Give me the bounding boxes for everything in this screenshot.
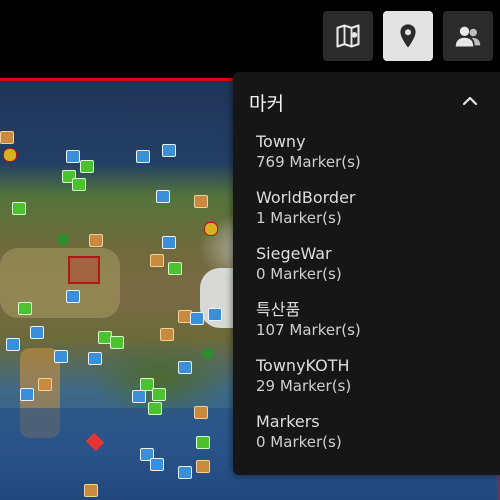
marker-layer-count: 107 Marker(s) [256,321,361,339]
marker-layer-name: 특산품 [256,300,301,319]
marker-layer-name: SiegeWar [256,244,332,263]
chest-marker-icon[interactable] [194,195,208,208]
flag-marker-icon[interactable] [66,290,80,303]
marker-layer-count: 769 Marker(s) [256,153,361,171]
town-marker-icon[interactable] [3,148,17,162]
flag-marker-icon[interactable] [178,361,192,374]
marker-layer-item[interactable]: SiegeWar 0 Marker(s) [256,244,476,284]
town-marker-icon[interactable] [204,222,218,236]
marker-layer-name: TownyKOTH [256,356,350,375]
chest-marker-icon[interactable] [160,328,174,341]
flag-marker-icon[interactable] [196,436,210,449]
marker-layer-item[interactable]: Towny 769 Marker(s) [256,132,476,172]
flag-marker-icon[interactable] [80,160,94,173]
marker-layer-name: Towny [256,132,306,151]
players-icon [455,26,481,47]
flag-marker-icon[interactable] [54,350,68,363]
markers-button[interactable] [383,11,433,61]
marker-layer-count: 0 Marker(s) [256,265,342,283]
flag-marker-icon[interactable] [136,150,150,163]
map-layers-button[interactable] [323,11,373,61]
chest-marker-icon[interactable] [194,406,208,419]
flag-marker-icon[interactable] [156,190,170,203]
marker-layer-item[interactable]: 특산품 107 Marker(s) [256,300,476,340]
flag-marker-icon[interactable] [190,312,204,325]
flag-marker-icon[interactable] [18,302,32,315]
marker-layer-name: Markers [256,412,320,431]
flag-marker-icon[interactable] [66,150,80,163]
marker-layer-item[interactable]: TownyKOTH 29 Marker(s) [256,356,476,396]
flag-marker-icon[interactable] [132,390,146,403]
chest-marker-icon[interactable] [84,484,98,497]
flag-marker-icon[interactable] [30,326,44,339]
flag-marker-icon[interactable] [152,388,166,401]
chest-marker-icon[interactable] [0,131,14,144]
town-claim[interactable] [68,256,100,284]
marker-layer-name: WorldBorder [256,188,356,207]
panel-title: 마커 [249,93,284,115]
flag-marker-icon[interactable] [6,338,20,351]
flag-marker-icon[interactable] [148,402,162,415]
flag-marker-icon[interactable] [208,308,222,321]
flag-marker-icon[interactable] [178,466,192,479]
flag-marker-icon[interactable] [162,236,176,249]
flag-marker-icon[interactable] [72,178,86,191]
chevron-up-icon[interactable] [460,91,480,111]
tree-marker-icon [202,348,214,359]
flag-marker-icon[interactable] [110,336,124,349]
marker-layer-item[interactable]: WorldBorder 1 Marker(s) [256,188,476,228]
chest-marker-icon[interactable] [38,378,52,391]
map-icon [336,24,360,48]
markers-panel: 마커 Towny 769 Marker(s) WorldBorder 1 Mar… [233,72,500,475]
chest-marker-icon[interactable] [89,234,103,247]
flag-marker-icon[interactable] [168,262,182,275]
flag-marker-icon[interactable] [20,388,34,401]
marker-layer-item[interactable]: Markers 0 Marker(s) [256,412,476,452]
chest-marker-icon[interactable] [150,254,164,267]
flag-marker-icon[interactable] [150,458,164,471]
marker-pin-icon [400,24,416,48]
tree-marker-icon [57,234,69,245]
marker-layer-count: 0 Marker(s) [256,433,342,451]
players-button[interactable] [443,11,493,61]
flag-marker-icon[interactable] [162,144,176,157]
flag-marker-icon[interactable] [88,352,102,365]
marker-layer-count: 29 Marker(s) [256,377,352,395]
chest-marker-icon[interactable] [196,460,210,473]
marker-layer-count: 1 Marker(s) [256,209,342,227]
flag-marker-icon[interactable] [12,202,26,215]
